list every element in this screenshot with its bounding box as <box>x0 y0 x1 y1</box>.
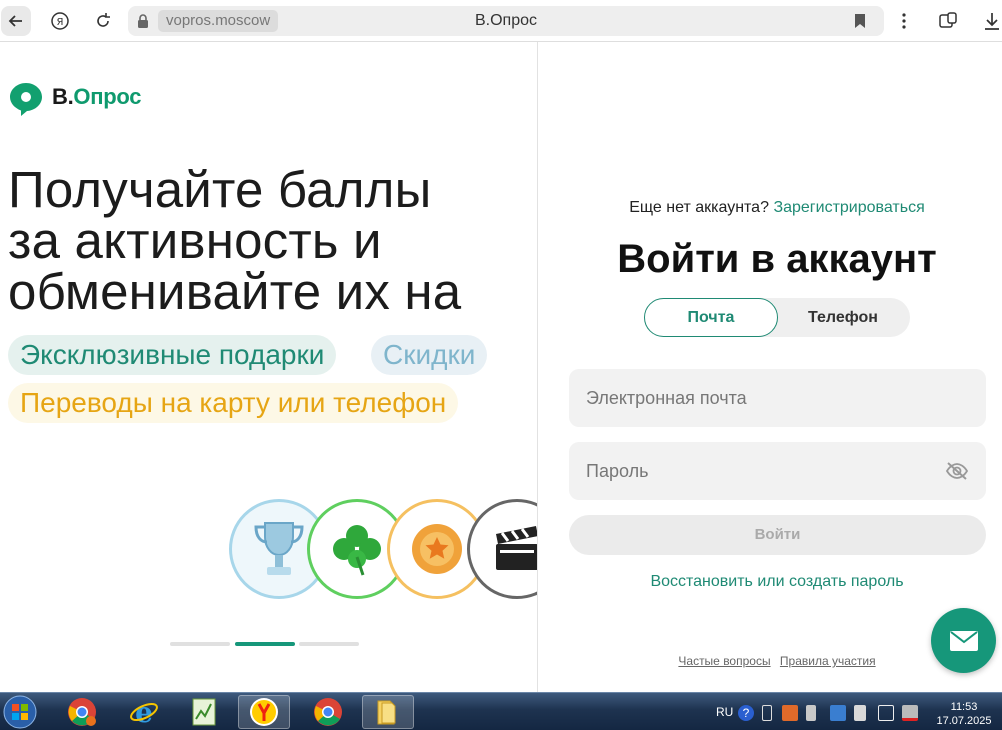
coin-star-icon <box>412 524 462 574</box>
chip-gifts: Эксклюзивные подарки <box>8 335 337 375</box>
clapperboard-icon <box>496 526 537 570</box>
network-error-icon[interactable] <box>902 705 918 721</box>
start-button[interactable] <box>0 694 40 730</box>
taskbar-ie[interactable]: e <box>118 695 170 729</box>
folder-icon <box>377 700 396 725</box>
rules-link[interactable]: Правила участия <box>780 654 876 668</box>
faq-link[interactable]: Частые вопросы <box>678 654 770 668</box>
menu-button[interactable] <box>889 6 919 36</box>
envelope-icon <box>949 630 978 651</box>
yandex-button[interactable]: Я <box>45 6 75 36</box>
taskbar-chrome-2[interactable] <box>302 695 354 729</box>
keyboard-icon[interactable] <box>830 705 846 721</box>
address-bar[interactable]: vopros.moscow В.Опрос <box>128 6 884 36</box>
chip-discounts: Скидки <box>371 335 488 375</box>
taskbar-chrome[interactable] <box>56 695 108 729</box>
chip-transfers: Переводы на карту или телефон <box>8 383 459 423</box>
sidebar-button[interactable] <box>933 6 963 36</box>
headline-line: обменивайте их на <box>8 263 462 320</box>
svg-text:Я: Я <box>57 17 64 28</box>
clover-icon <box>333 525 381 576</box>
footer-links: Частые вопросы Правила участия <box>539 654 1002 668</box>
no-account-text: Еще нет аккаунта? Зарегистрироваться <box>539 199 1002 217</box>
restore-password-link[interactable]: Восстановить или создать пароль <box>539 573 1002 591</box>
taskbar-explorer[interactable] <box>362 695 414 729</box>
headline-line: Получайте баллы <box>8 161 432 218</box>
bookmark-icon[interactable] <box>854 14 866 28</box>
email-placeholder: Электронная почта <box>586 388 747 408</box>
password-field[interactable]: Пароль <box>569 442 986 500</box>
trophy-icon <box>254 522 304 575</box>
logo-wordmark: В.Опрос <box>52 84 142 109</box>
back-button[interactable] <box>1 6 31 36</box>
carousel-dot[interactable] <box>170 642 230 646</box>
display-icon[interactable] <box>878 705 894 721</box>
login-panel: Еще нет аккаунта? Зарегистрироваться Вой… <box>539 42 1002 692</box>
svg-text:e: e <box>135 697 153 727</box>
carousel-item <box>467 499 537 599</box>
yandex-icon: Я <box>51 12 69 30</box>
yandex-browser-icon <box>250 698 278 726</box>
reload-button[interactable] <box>88 6 118 36</box>
downloads-button[interactable] <box>977 6 1002 36</box>
help-icon[interactable]: ? <box>738 705 754 721</box>
clock[interactable]: 11:53 17.07.2025 <box>932 700 996 728</box>
page-title: В.Опрос <box>474 12 538 29</box>
login-method-switch: Почта Телефон <box>644 298 910 337</box>
carousel-dot-active[interactable] <box>235 642 295 646</box>
language-indicator[interactable]: RU <box>716 705 733 719</box>
download-icon <box>985 13 999 30</box>
arrow-left-icon <box>8 15 22 27</box>
panel-icon <box>939 12 957 28</box>
chrome-icon <box>314 698 342 726</box>
ie-icon: e <box>130 697 158 727</box>
tab-email[interactable]: Почта <box>644 298 778 337</box>
volume-icon[interactable] <box>854 705 866 721</box>
reload-icon <box>97 13 110 27</box>
login-title: Войти в аккаунт <box>617 237 937 281</box>
carousel-dot[interactable] <box>299 642 359 646</box>
taskbar: e RU ? 11:53 17.07.2025 <box>0 692 1002 730</box>
taskbar-editor[interactable] <box>178 695 230 729</box>
email-field[interactable]: Электронная почта <box>569 369 986 427</box>
promo-panel: В.Опрос Получайте баллы за активность и … <box>0 42 538 692</box>
clock-date: 17.07.2025 <box>936 715 992 727</box>
eye-off-icon[interactable] <box>945 461 969 481</box>
logo-icon <box>10 83 42 116</box>
password-placeholder: Пароль <box>586 461 649 481</box>
register-link[interactable]: Зарегистрироваться <box>773 199 924 216</box>
no-account-label: Еще нет аккаунта? <box>629 199 769 216</box>
kebab-menu-icon <box>902 13 906 29</box>
hero-headline: Получайте баллы за активность и обменива… <box>8 161 537 320</box>
windows-logo-icon <box>3 695 37 729</box>
app-tray-icon[interactable] <box>782 705 798 721</box>
network-icon[interactable] <box>762 705 772 721</box>
headline-line: за активность и <box>8 212 382 269</box>
message-button[interactable] <box>931 608 996 673</box>
chrome-icon <box>68 698 96 726</box>
browser-toolbar: Я vopros.moscow В.Опрос <box>0 0 1002 42</box>
editor-icon <box>192 698 216 726</box>
clock-time: 11:53 <box>950 701 978 713</box>
tab-phone[interactable]: Телефон <box>776 298 910 337</box>
taskbar-yandex[interactable] <box>238 695 290 729</box>
login-button[interactable]: Войти <box>569 515 986 555</box>
speaker-muted-icon[interactable] <box>806 705 816 721</box>
